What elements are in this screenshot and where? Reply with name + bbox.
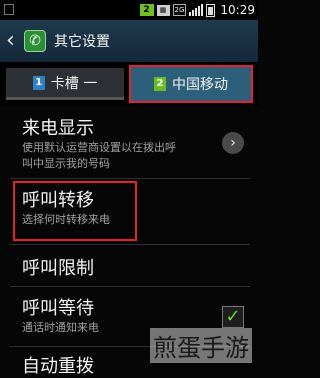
status-bar: 2 ▦ 2G 10:29	[0, 0, 258, 20]
tab-label: 中国移动	[172, 77, 228, 93]
call-waiting-checkbox[interactable]: ✓	[222, 306, 244, 328]
sim-indicator: 2	[139, 4, 154, 16]
setting-call-barring[interactable]: 呼叫限制	[0, 254, 258, 280]
action-bar: ‹ ✆ 其它设置	[0, 20, 258, 62]
setting-summary: 选择何时转移来电	[22, 213, 110, 226]
sim-tabs: 1 卡槽 一 2 中国移动	[0, 62, 258, 106]
divider	[10, 178, 250, 179]
phone-icon[interactable]: ✆	[24, 30, 46, 52]
battery-icon	[206, 3, 216, 17]
network-type: 2G	[172, 4, 187, 16]
sim-2-icon: 2	[154, 77, 166, 91]
setting-title: 呼叫转移	[22, 190, 94, 211]
chevron-left-icon[interactable]: ‹	[6, 30, 20, 52]
notification-icon	[4, 4, 14, 15]
chevron-right-icon[interactable]: ›	[222, 132, 244, 154]
divider	[10, 286, 250, 287]
watermark: 煎蛋手游	[150, 328, 252, 363]
setting-title: 呼叫限制	[22, 258, 94, 279]
page-title: 其它设置	[54, 34, 110, 50]
signal-icon	[189, 4, 204, 16]
tab-sim-2[interactable]: 2 中国移动	[129, 65, 253, 103]
divider	[10, 244, 250, 245]
tab-label: 卡槽 一	[50, 75, 98, 92]
sd-card-icon: ▦	[156, 4, 170, 16]
clock: 10:29	[220, 3, 255, 17]
tab-sim-1[interactable]: 1 卡槽 一	[6, 68, 124, 100]
setting-call-forwarding[interactable]: 呼叫转移 选择何时转移来电	[0, 186, 258, 228]
sim-1-icon: 1	[32, 75, 45, 90]
setting-caller-id[interactable]: 来电显示 使用默认运营商设置以在拨出呼 叫中显示我的号码	[0, 114, 258, 172]
setting-title: 来电显示	[22, 118, 94, 139]
setting-summary: 叫中显示我的号码	[22, 157, 110, 170]
